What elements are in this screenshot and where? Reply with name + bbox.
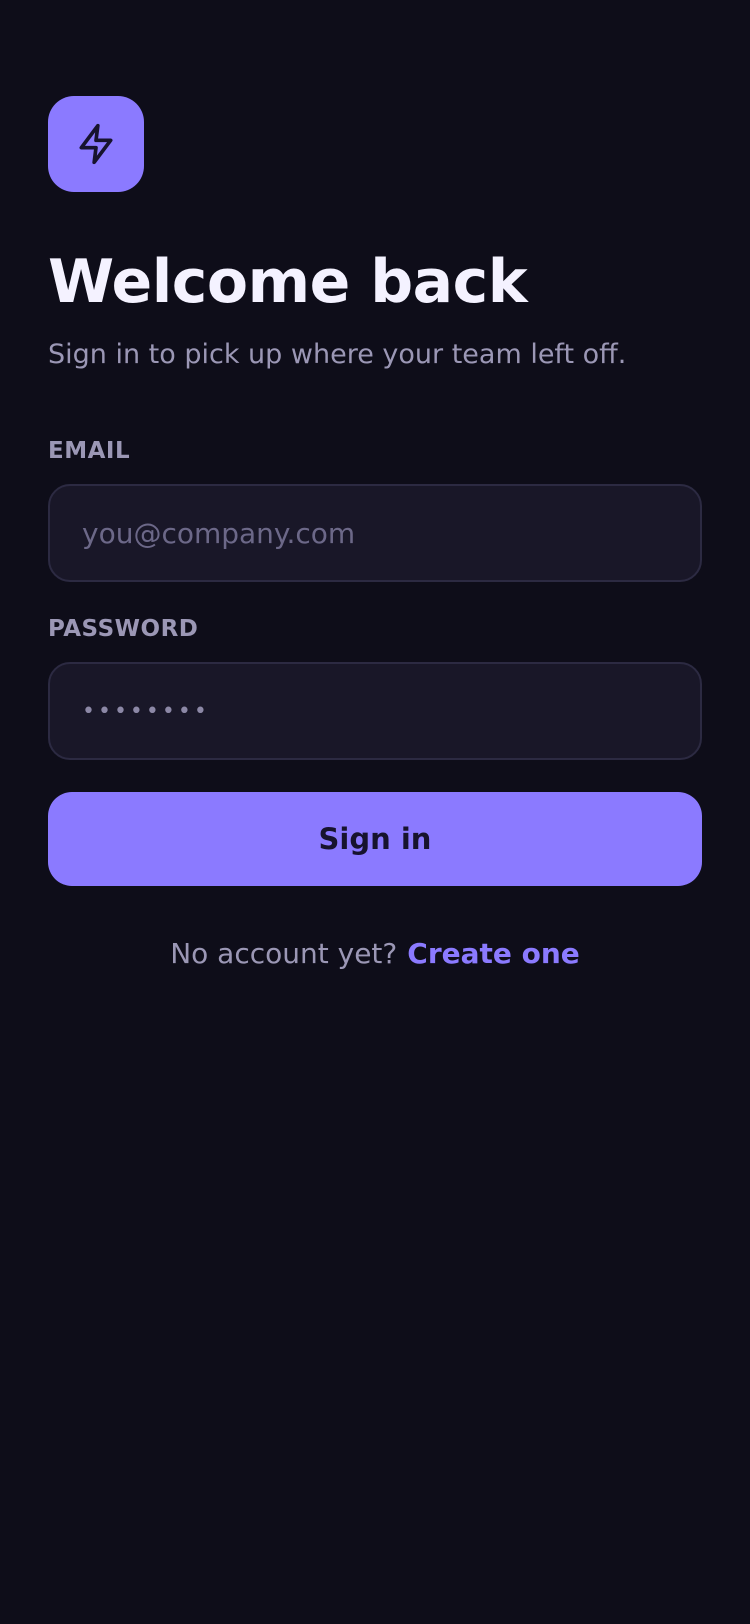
sign-in-button[interactable]: Sign in bbox=[48, 792, 702, 886]
sign-in-form: EMAIL PASSWORD Sign in bbox=[48, 436, 702, 886]
lightning-bolt-icon bbox=[79, 123, 113, 165]
password-label: PASSWORD bbox=[48, 616, 199, 642]
create-account-row: No account yet? Create one bbox=[48, 936, 702, 972]
email-label: EMAIL bbox=[48, 438, 131, 464]
password-field[interactable] bbox=[48, 662, 702, 760]
sign-in-screen: Welcome back Sign in to pick up where yo… bbox=[48, 96, 702, 972]
page-title: Welcome back bbox=[48, 247, 528, 317]
email-field[interactable] bbox=[48, 484, 702, 582]
app-logo bbox=[48, 96, 144, 192]
create-account-link[interactable]: Create one bbox=[407, 937, 580, 970]
page-subtitle: Sign in to pick up where your team left … bbox=[48, 339, 627, 370]
no-account-text: No account yet? bbox=[170, 937, 398, 970]
